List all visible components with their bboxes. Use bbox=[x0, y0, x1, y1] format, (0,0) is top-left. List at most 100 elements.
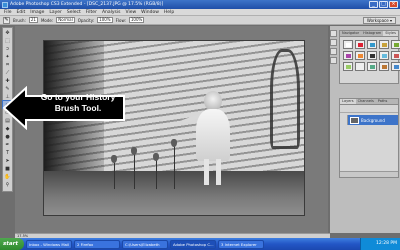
menu-select[interactable]: Select bbox=[67, 10, 81, 15]
style-swatch[interactable] bbox=[379, 62, 389, 71]
magic-wand-icon[interactable]: ✦ bbox=[3, 53, 12, 60]
healing-brush-icon[interactable]: ✚ bbox=[3, 77, 12, 84]
child-leg bbox=[204, 159, 209, 185]
hand-tool-icon[interactable]: ✋ bbox=[3, 173, 12, 180]
workspace-button[interactable]: Workspace ▾ bbox=[362, 16, 396, 24]
minimize-button[interactable]: _ bbox=[369, 1, 378, 8]
menu-file[interactable]: File bbox=[4, 10, 12, 15]
tab-histogram[interactable]: Histogram bbox=[361, 31, 383, 36]
slice-tool-icon[interactable]: ⟋ bbox=[3, 69, 12, 76]
style-swatch[interactable] bbox=[367, 62, 377, 71]
mode-select[interactable]: Normal bbox=[56, 17, 75, 23]
dodge-tool-icon[interactable]: ● bbox=[3, 133, 12, 140]
style-swatch[interactable] bbox=[379, 40, 389, 49]
opacity-label: Opacity: bbox=[77, 17, 95, 23]
tulip-stem bbox=[174, 145, 175, 189]
callout-line-1: Go to your History bbox=[40, 92, 116, 102]
actions-icon[interactable] bbox=[330, 48, 337, 55]
task-firefox[interactable]: 2 Firefox bbox=[74, 239, 120, 249]
task-internet-explorer[interactable]: 3 Internet Explorer bbox=[218, 239, 264, 249]
menu-layer[interactable]: Layer bbox=[49, 10, 62, 15]
layer-name: Background bbox=[361, 117, 385, 123]
style-swatch[interactable] bbox=[355, 62, 365, 71]
layer-row[interactable]: Background bbox=[340, 115, 398, 125]
close-button[interactable]: × bbox=[389, 1, 398, 8]
style-swatch[interactable] bbox=[355, 51, 365, 60]
move-tool-icon[interactable]: ✥ bbox=[3, 29, 12, 36]
tool-presets-icon[interactable] bbox=[330, 57, 337, 64]
tab-styles[interactable]: Styles bbox=[383, 31, 398, 36]
type-tool-icon[interactable]: T bbox=[3, 149, 12, 156]
menu-image[interactable]: Image bbox=[30, 10, 44, 15]
layers-footer bbox=[340, 171, 398, 177]
tulip bbox=[131, 147, 137, 155]
tulip bbox=[111, 155, 117, 163]
menu-bar: File Edit Image Layer Select Filter Anal… bbox=[0, 9, 400, 16]
task-windows-mail[interactable]: Inbox - Windows Mail bbox=[26, 239, 72, 249]
callout-text: Go to your History Brush Tool. bbox=[36, 92, 120, 114]
maximize-button[interactable]: □ bbox=[379, 1, 388, 8]
style-swatch[interactable] bbox=[343, 62, 353, 71]
flow-label: Flow: bbox=[115, 17, 126, 23]
style-swatches bbox=[340, 37, 400, 74]
tulip-stem bbox=[156, 159, 157, 189]
child-figure bbox=[181, 91, 236, 191]
right-panels: Navigator Histogram Styles Layers Channe… bbox=[330, 26, 400, 233]
child-dress bbox=[196, 109, 230, 161]
window-title: Adobe Photoshop CS3 Extended - [DSC_2137… bbox=[10, 2, 164, 7]
child-head bbox=[204, 91, 222, 111]
history-brush-icon[interactable]: ✎ bbox=[3, 16, 10, 24]
tulip-stem bbox=[134, 153, 135, 189]
title-bar: Adobe Photoshop CS3 Extended - [DSC_2137… bbox=[0, 0, 400, 9]
navigator-icon[interactable] bbox=[330, 30, 337, 37]
history-icon[interactable] bbox=[330, 39, 337, 46]
marquee-tool-icon[interactable]: ⬚ bbox=[3, 37, 12, 44]
pen-tool-icon[interactable]: ✒ bbox=[3, 141, 12, 148]
panel-dock bbox=[330, 30, 338, 90]
task-explorer-folder[interactable]: C:\Users\Elizabeth bbox=[122, 239, 168, 249]
menu-help[interactable]: Help bbox=[164, 10, 174, 15]
system-tray-clock: 12:28 PM bbox=[360, 238, 400, 250]
menu-analysis[interactable]: Analysis bbox=[102, 10, 121, 15]
eye-icon[interactable] bbox=[340, 115, 348, 125]
tab-channels[interactable]: Channels bbox=[356, 99, 376, 104]
style-swatch[interactable] bbox=[391, 62, 400, 71]
tab-navigator[interactable]: Navigator bbox=[340, 31, 361, 36]
layer-thumbnail bbox=[350, 116, 359, 124]
menu-view[interactable]: View bbox=[125, 10, 136, 15]
taskbar: start Inbox - Windows Mail 2 Firefox C:\… bbox=[0, 238, 400, 250]
zoom-tool-icon[interactable]: ⚲ bbox=[3, 181, 12, 188]
menu-filter[interactable]: Filter bbox=[86, 10, 97, 15]
callout-line-2: Brush Tool. bbox=[54, 103, 102, 113]
mode-label: Mode: bbox=[40, 17, 54, 23]
menu-window[interactable]: Window bbox=[141, 10, 159, 15]
flow-field[interactable]: 100% bbox=[128, 17, 145, 23]
style-swatch[interactable] bbox=[367, 51, 377, 60]
brush-label: Brush: bbox=[13, 17, 26, 23]
child-leg bbox=[216, 159, 221, 185]
style-swatch[interactable] bbox=[391, 51, 400, 60]
menu-edit[interactable]: Edit bbox=[17, 10, 26, 15]
brush-size-field[interactable]: 21 bbox=[28, 17, 38, 23]
task-photoshop[interactable]: Adobe Photoshop C... bbox=[170, 239, 216, 249]
garden-hose bbox=[270, 49, 300, 149]
layers-panel: Layers Channels Paths Background bbox=[339, 98, 399, 178]
start-button[interactable]: start bbox=[0, 238, 24, 250]
style-swatch[interactable] bbox=[343, 40, 353, 49]
tab-paths[interactable]: Paths bbox=[376, 99, 390, 104]
lasso-tool-icon[interactable]: ↄ bbox=[3, 45, 12, 52]
style-swatch[interactable] bbox=[355, 40, 365, 49]
shape-tool-icon[interactable]: ■ bbox=[3, 165, 12, 172]
tulip bbox=[171, 139, 177, 147]
style-swatch[interactable] bbox=[379, 51, 389, 60]
path-select-icon[interactable]: ➤ bbox=[3, 157, 12, 164]
opacity-field[interactable]: 100% bbox=[97, 17, 113, 23]
crop-tool-icon[interactable]: ⌗ bbox=[3, 61, 12, 68]
style-swatch[interactable] bbox=[367, 40, 377, 49]
tab-layers[interactable]: Layers bbox=[340, 99, 356, 104]
photoshop-icon bbox=[2, 1, 8, 8]
style-swatch[interactable] bbox=[391, 40, 400, 49]
style-swatch[interactable] bbox=[343, 51, 353, 60]
layer-options bbox=[340, 105, 398, 113]
tulip bbox=[153, 153, 159, 161]
